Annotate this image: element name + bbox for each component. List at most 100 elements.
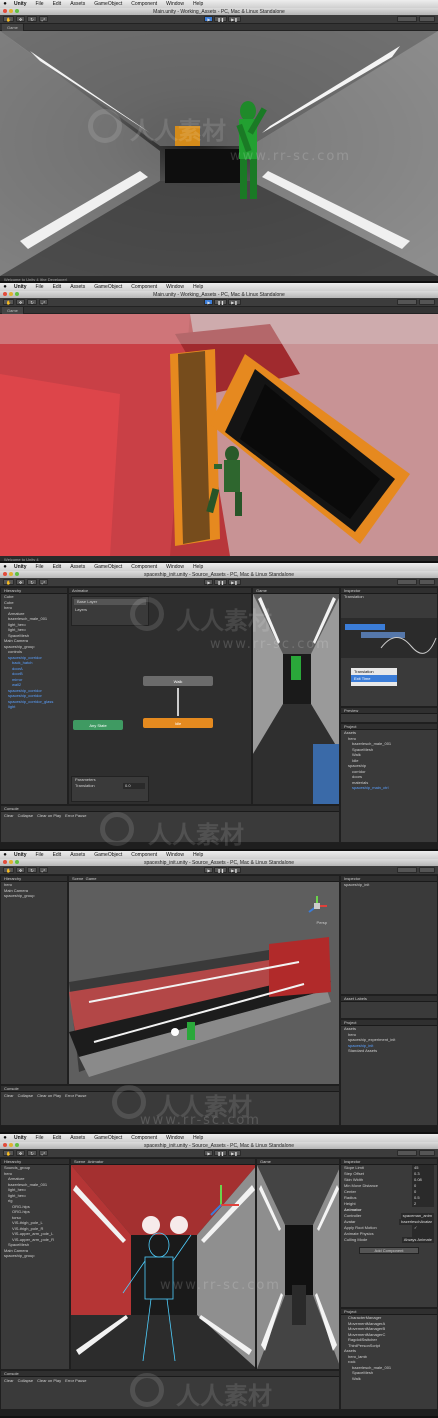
play-button[interactable]: ▶ bbox=[204, 16, 214, 22]
step-button[interactable]: ▶❚ bbox=[228, 299, 241, 305]
minimize-window-icon[interactable] bbox=[9, 292, 13, 296]
step-button[interactable]: ▶❚ bbox=[228, 867, 241, 873]
animator-tab[interactable]: Animator bbox=[69, 588, 251, 594]
tab-scene[interactable]: Scene bbox=[72, 876, 83, 881]
game-view-hatch[interactable] bbox=[0, 314, 438, 556]
close-window-icon[interactable] bbox=[3, 9, 7, 13]
console-error-pause-button[interactable]: Error Pause bbox=[65, 1093, 86, 1098]
scale-tool-button[interactable]: ⤢ bbox=[38, 299, 48, 305]
menu-file[interactable]: File bbox=[36, 852, 44, 858]
minimize-window-icon[interactable] bbox=[9, 1143, 13, 1147]
menu-edit[interactable]: Edit bbox=[53, 852, 62, 858]
dropdown-option[interactable]: Translation bbox=[351, 668, 397, 675]
layers-dropdown[interactable] bbox=[397, 299, 417, 305]
minimize-window-icon[interactable] bbox=[9, 572, 13, 576]
menu-help[interactable]: Help bbox=[193, 1, 203, 7]
menu-window[interactable]: Window bbox=[166, 852, 184, 858]
hand-tool-button[interactable]: ✋ bbox=[3, 16, 14, 22]
console-clear-on-play-button[interactable]: Clear on Play bbox=[37, 813, 61, 818]
menu-window[interactable]: Window bbox=[166, 284, 184, 290]
scale-tool-button[interactable]: ⤢ bbox=[38, 1150, 48, 1156]
parameter-row[interactable]: Translation 0.0 bbox=[72, 782, 148, 789]
console-clear-on-play-button[interactable]: Clear on Play bbox=[37, 1378, 61, 1383]
menu-gameobject[interactable]: GameObject bbox=[94, 1135, 122, 1141]
parameter-value[interactable]: 0.0 bbox=[123, 782, 145, 789]
menu-assets[interactable]: Assets bbox=[70, 564, 85, 570]
layout-dropdown[interactable] bbox=[419, 16, 435, 22]
close-window-icon[interactable] bbox=[3, 292, 7, 296]
layers-dropdown[interactable] bbox=[397, 1150, 417, 1156]
console-error-pause-button[interactable]: Error Pause bbox=[65, 1378, 86, 1383]
hand-tool-button[interactable]: ✋ bbox=[3, 299, 14, 305]
layout-dropdown[interactable] bbox=[419, 1150, 435, 1156]
tab-game[interactable]: Game bbox=[86, 876, 97, 881]
console-collapse-button[interactable]: Collapse bbox=[18, 1093, 34, 1098]
hand-tool-button[interactable]: ✋ bbox=[3, 1150, 14, 1156]
layers-dropdown[interactable] bbox=[397, 579, 417, 585]
scene-gizmo-icon[interactable] bbox=[305, 894, 329, 918]
rotate-tool-button[interactable]: ↻ bbox=[27, 1150, 37, 1156]
step-button[interactable]: ▶❚ bbox=[228, 1150, 241, 1156]
menu-app[interactable]: Unity bbox=[14, 284, 27, 290]
menu-assets[interactable]: Assets bbox=[70, 1, 85, 7]
dropdown-option[interactable]: Exit Time bbox=[351, 675, 397, 682]
inspector-value[interactable]: Always Animate bbox=[401, 1237, 434, 1243]
menu-app[interactable]: Unity bbox=[14, 1, 27, 7]
tab-animator[interactable]: Animator bbox=[88, 1159, 104, 1164]
hierarchy-item[interactable]: light bbox=[1, 704, 67, 710]
rotate-tool-button[interactable]: ↻ bbox=[27, 867, 37, 873]
menu-gameobject[interactable]: GameObject bbox=[94, 284, 122, 290]
menu-assets[interactable]: Assets bbox=[70, 1135, 85, 1141]
move-tool-button[interactable]: ✥ bbox=[15, 579, 26, 585]
scale-tool-button[interactable]: ⤢ bbox=[38, 16, 48, 22]
menu-file[interactable]: File bbox=[36, 1, 44, 7]
state-node-walk[interactable]: Walk bbox=[143, 676, 213, 686]
menu-file[interactable]: File bbox=[36, 1135, 44, 1141]
menu-component[interactable]: Component bbox=[131, 1135, 157, 1141]
menu-assets[interactable]: Assets bbox=[70, 852, 85, 858]
play-button[interactable]: ▶ bbox=[204, 1150, 214, 1156]
rotate-tool-button[interactable]: ↻ bbox=[27, 299, 37, 305]
move-tool-button[interactable]: ✥ bbox=[15, 1150, 26, 1156]
menu-gameobject[interactable]: GameObject bbox=[94, 852, 122, 858]
pause-button[interactable]: ❚❚ bbox=[214, 16, 228, 22]
menu-file[interactable]: File bbox=[36, 284, 44, 290]
console-clear-button[interactable]: Clear bbox=[4, 1093, 14, 1098]
close-window-icon[interactable] bbox=[3, 572, 7, 576]
move-tool-button[interactable]: ✥ bbox=[15, 867, 26, 873]
move-tool-button[interactable]: ✥ bbox=[15, 299, 26, 305]
play-button[interactable]: ▶ bbox=[204, 867, 214, 873]
project-item[interactable]: Standard Assets bbox=[341, 1048, 437, 1054]
inspector-row[interactable]: Culling Mode Always Animate bbox=[341, 1237, 437, 1243]
pause-button[interactable]: ❚❚ bbox=[214, 299, 228, 305]
tab-scene[interactable]: Scene bbox=[74, 1159, 85, 1164]
game-panel[interactable]: Game bbox=[256, 1158, 340, 1370]
menu-gameobject[interactable]: GameObject bbox=[94, 564, 122, 570]
transition-arrow[interactable] bbox=[177, 688, 179, 716]
menu-help[interactable]: Help bbox=[193, 284, 203, 290]
menu-component[interactable]: Component bbox=[131, 564, 157, 570]
hand-tool-button[interactable]: ✋ bbox=[3, 867, 14, 873]
console-collapse-button[interactable]: Collapse bbox=[18, 813, 34, 818]
layout-dropdown[interactable] bbox=[419, 299, 435, 305]
zoom-window-icon[interactable] bbox=[15, 572, 19, 576]
menu-edit[interactable]: Edit bbox=[53, 284, 62, 290]
conditions-dropdown[interactable]: Translation Exit Time bbox=[351, 668, 397, 686]
hierarchy-item[interactable]: spaceship_group bbox=[1, 1253, 69, 1259]
menu-edit[interactable]: Edit bbox=[53, 1135, 62, 1141]
menu-component[interactable]: Component bbox=[131, 284, 157, 290]
zoom-window-icon[interactable] bbox=[15, 860, 19, 864]
scale-tool-button[interactable]: ⤢ bbox=[38, 579, 48, 585]
menu-app[interactable]: Unity bbox=[14, 564, 27, 570]
menu-edit[interactable]: Edit bbox=[53, 1, 62, 7]
menu-window[interactable]: Window bbox=[166, 1, 184, 7]
layers-dropdown[interactable] bbox=[397, 16, 417, 22]
zoom-window-icon[interactable] bbox=[15, 292, 19, 296]
minimize-window-icon[interactable] bbox=[9, 860, 13, 864]
play-button[interactable]: ▶ bbox=[204, 299, 214, 305]
menu-help[interactable]: Help bbox=[193, 1135, 203, 1141]
scene-panel[interactable]: Scene Animator bbox=[70, 1158, 256, 1370]
menu-component[interactable]: Component bbox=[131, 852, 157, 858]
apple-icon[interactable]: ● bbox=[2, 564, 8, 570]
menu-edit[interactable]: Edit bbox=[53, 564, 62, 570]
